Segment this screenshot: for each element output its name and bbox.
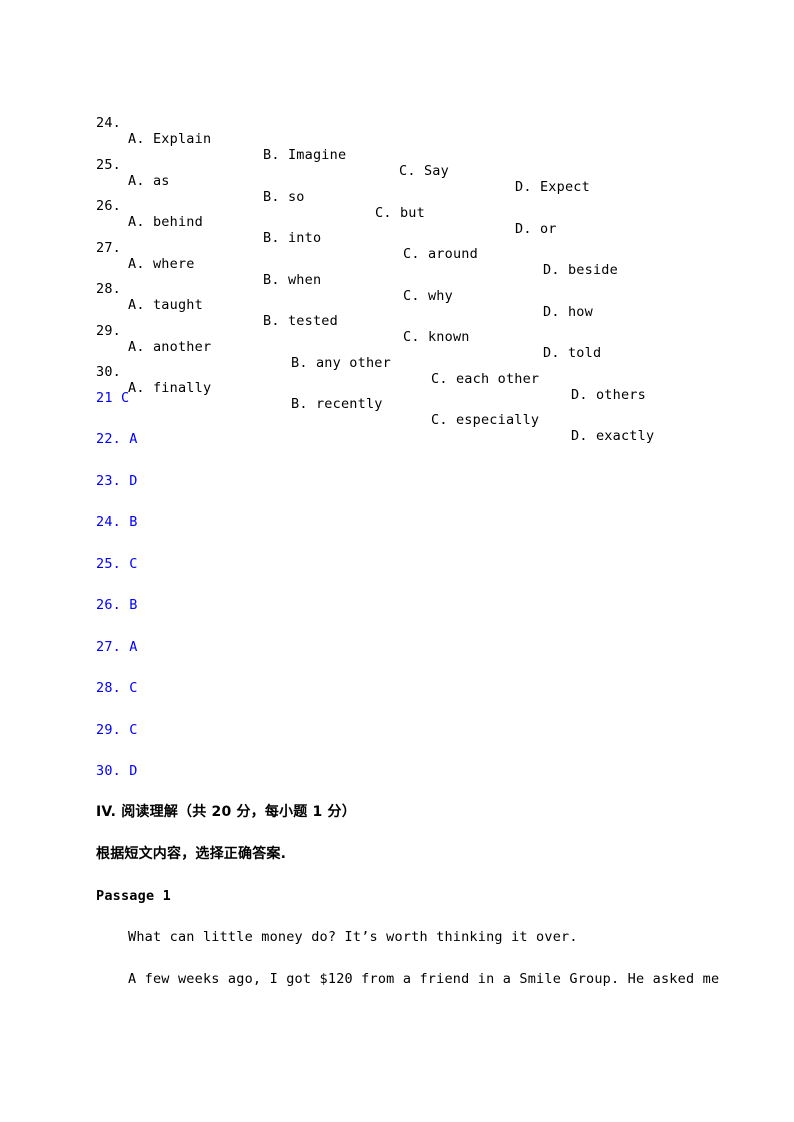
option-a: A. finally xyxy=(128,380,212,396)
answer-item: 21 C xyxy=(96,390,130,406)
answer-item: 23. D xyxy=(96,473,138,489)
answer-item: 26. B xyxy=(96,597,138,613)
question-number: 24. xyxy=(96,115,121,131)
option-a: A. taught xyxy=(128,297,203,313)
section-instruction: 根据短文内容，选择正确答案. xyxy=(96,846,287,862)
answer-item: 27. A xyxy=(96,639,138,655)
option-b: B. tested xyxy=(263,313,338,329)
answer-item: 28. C xyxy=(96,680,138,696)
passage-paragraph: A few weeks ago, I got $120 from a frien… xyxy=(128,971,720,987)
option-c: C. Say xyxy=(399,163,449,179)
option-d: D. how xyxy=(543,304,593,320)
option-c: C. around xyxy=(403,246,478,262)
option-c: C. known xyxy=(403,329,470,345)
option-a: A. where xyxy=(128,256,195,272)
passage-title: Passage 1 xyxy=(96,888,171,904)
question-number: 27. xyxy=(96,240,121,256)
option-a: A. as xyxy=(128,173,170,189)
option-d: D. or xyxy=(515,221,557,237)
option-d: D. others xyxy=(571,387,646,403)
option-a: A. Explain xyxy=(128,131,212,147)
document-page: 24. A. Explain B. Imagine C. Say D. Expe… xyxy=(0,0,794,1122)
answer-item: 29. C xyxy=(96,722,138,738)
option-b: B. when xyxy=(263,272,322,288)
question-number: 29. xyxy=(96,323,121,339)
option-c: C. why xyxy=(403,288,453,304)
answer-item: 30. D xyxy=(96,763,138,779)
option-c: C. especially xyxy=(431,412,540,428)
option-c: C. but xyxy=(375,205,425,221)
option-d: D. beside xyxy=(543,262,618,278)
question-number: 25. xyxy=(96,157,121,173)
question-number: 30. xyxy=(96,364,121,380)
option-b: B. into xyxy=(263,230,322,246)
option-a: A. another xyxy=(128,339,212,355)
question-number: 26. xyxy=(96,198,121,214)
option-a: A. behind xyxy=(128,214,203,230)
option-c: C. each other xyxy=(431,371,540,387)
answer-item: 22. A xyxy=(96,431,138,447)
answer-item: 24. B xyxy=(96,514,138,530)
option-b: B. so xyxy=(263,189,305,205)
option-b: B. Imagine xyxy=(263,147,347,163)
section-heading: IV. 阅读理解（共 20 分，每小题 1 分） xyxy=(96,804,356,820)
option-b: B. recently xyxy=(291,396,383,412)
option-d: D. Expect xyxy=(515,179,590,195)
answer-item: 25. C xyxy=(96,556,138,572)
question-number: 28. xyxy=(96,281,121,297)
option-b: B. any other xyxy=(291,355,391,371)
option-d: D. exactly xyxy=(571,428,655,444)
passage-paragraph: What can little money do? It’s worth thi… xyxy=(128,929,578,945)
option-d: D. told xyxy=(543,345,602,361)
